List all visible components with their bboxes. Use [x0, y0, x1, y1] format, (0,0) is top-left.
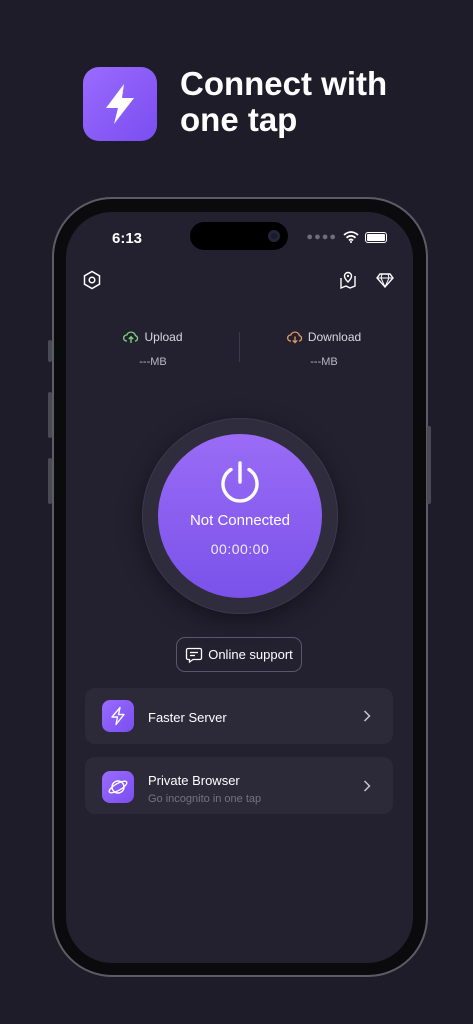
camera-dot [268, 230, 280, 242]
wifi-icon [343, 231, 359, 243]
power-icon [221, 461, 259, 503]
connection-status: Not Connected [189, 512, 291, 529]
card-title: Private Browser [148, 773, 240, 788]
cloud-upload-icon [123, 331, 139, 343]
location-map-icon[interactable] [337, 269, 359, 291]
settings-hexagon-icon[interactable] [81, 269, 103, 291]
phone-volume-down [48, 458, 52, 504]
online-support-label: Online support [208, 647, 293, 662]
phone-power-button [427, 426, 431, 504]
download-stat: Download ---MB [254, 330, 394, 368]
cloud-download-icon [286, 331, 302, 344]
connection-timer: 00:00:00 [210, 541, 270, 557]
chevron-right-icon [363, 710, 371, 722]
faster-server-card[interactable]: Faster Server [85, 688, 393, 744]
card-icon-box [102, 771, 134, 803]
status-icons: ●●●● [306, 231, 387, 243]
stats-divider [239, 332, 240, 362]
chat-bubble-icon [186, 647, 203, 663]
dynamic-island [190, 222, 288, 250]
upload-stat: Upload ---MB [83, 330, 223, 368]
planet-icon [108, 780, 128, 794]
hero-title: Connect with one tap [180, 65, 388, 138]
card-icon-box [102, 700, 134, 732]
upload-value: ---MB [139, 356, 167, 368]
chevron-right-icon [363, 780, 371, 792]
private-browser-card[interactable]: Private Browser Go incognito in one tap [85, 757, 393, 814]
diamond-premium-icon[interactable] [374, 269, 396, 291]
card-subtitle: Go incognito in one tap [148, 793, 262, 805]
app-logo [83, 67, 157, 141]
card-title: Faster Server [148, 710, 227, 725]
phone-action-button [48, 340, 52, 362]
status-time: 6:13 [112, 230, 143, 247]
lightning-bolt-icon [106, 84, 134, 124]
cellular-dots-icon: ●●●● [306, 231, 337, 243]
online-support-button[interactable]: Online support [176, 637, 302, 672]
connect-button[interactable]: Not Connected 00:00:00 [158, 434, 322, 598]
phone-volume-up [48, 392, 52, 438]
download-label: Download [307, 330, 362, 344]
lightning-bolt-icon [111, 706, 125, 726]
download-value: ---MB [310, 356, 338, 368]
upload-label: Upload [144, 330, 183, 344]
battery-icon [365, 231, 387, 243]
app-screen: 6:13 ●●●● Upload ---MB Download ---MB No… [66, 212, 413, 963]
